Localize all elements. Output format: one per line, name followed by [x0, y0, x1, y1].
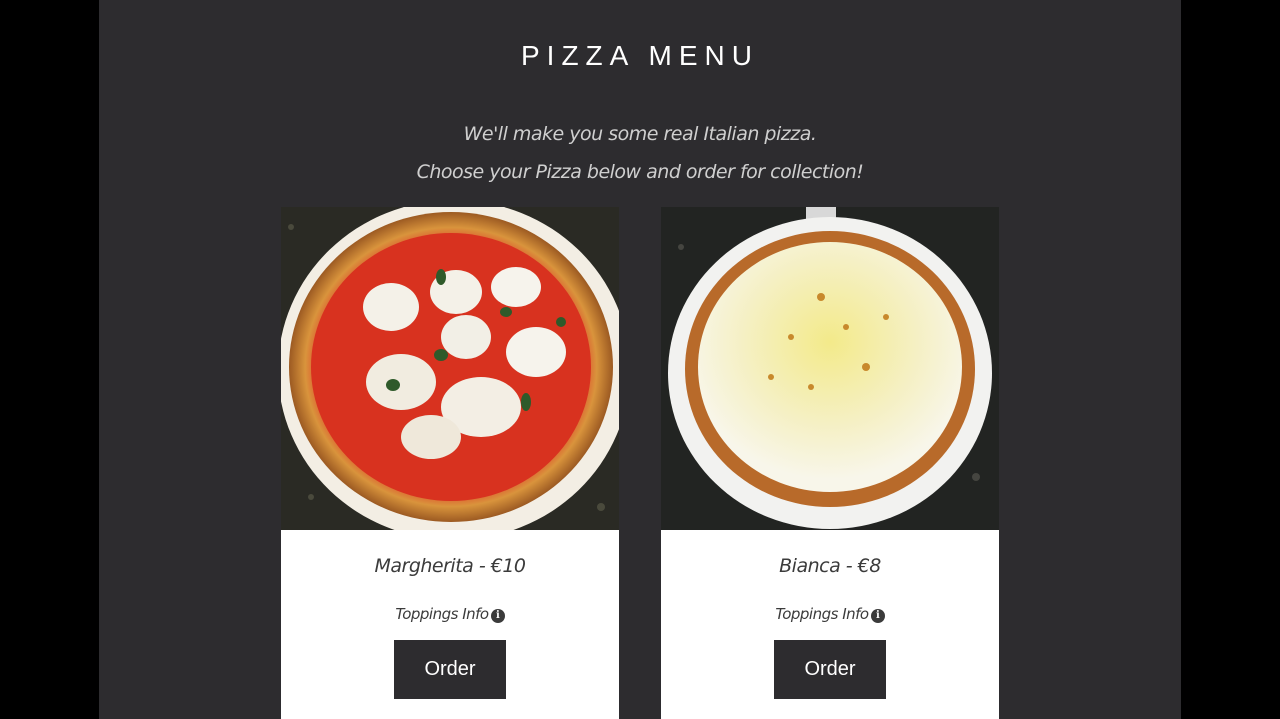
order-button-margherita[interactable]: Order	[394, 640, 506, 699]
info-icon: i	[870, 609, 885, 623]
toppings-info-label: Toppings Info	[395, 605, 489, 623]
pizza-card-margherita: Margherita - €10 Toppings Info i Order	[281, 207, 619, 719]
pizza-card-bianca: Bianca - €8 Toppings Info i Order	[661, 207, 999, 719]
subtitle-line-2: Choose your Pizza below and order for co…	[416, 161, 864, 183]
pizza-name-price: Bianca - €8	[779, 555, 881, 577]
page-title: PIZZA MENU	[520, 40, 759, 71]
pizza-name-price: Margherita - €10	[374, 555, 526, 577]
bianca-photo	[661, 207, 999, 530]
margherita-photo	[281, 207, 619, 530]
toppings-info-link[interactable]: Toppings Info i	[661, 605, 999, 623]
toppings-info-link[interactable]: Toppings Info i	[281, 605, 619, 623]
subtitle-line-1: We'll make you some real Italian pizza.	[463, 123, 817, 145]
menu-page: PIZZA MENU We'll make you some real Ital…	[99, 0, 1181, 719]
toppings-info-label: Toppings Info	[775, 605, 869, 623]
info-icon: i	[490, 609, 505, 623]
order-button-bianca[interactable]: Order	[774, 640, 886, 699]
